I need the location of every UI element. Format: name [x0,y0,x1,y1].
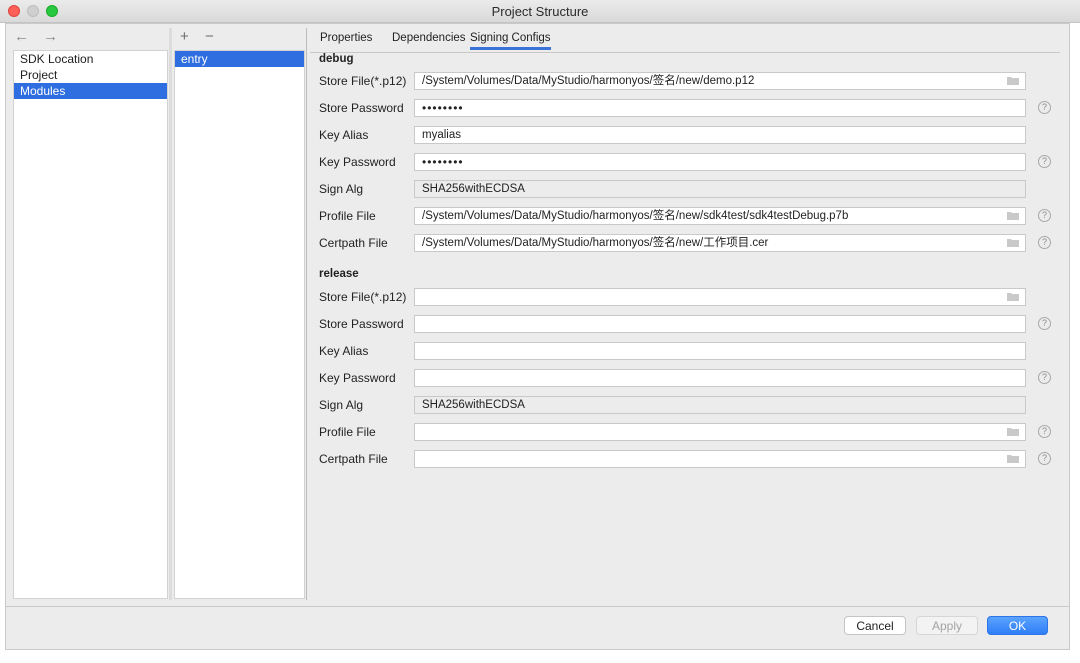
debug-key-password-label: Key Password [319,155,396,169]
debug-store-password-field[interactable]: •••••••• [414,99,1026,117]
bottom-divider [5,606,1070,607]
release-store-file-label: Store File(*.p12) [319,290,407,304]
settings-category-list: SDK Location Project Modules [13,50,168,599]
debug-sign-alg-value: SHA256withECDSA [422,183,525,195]
debug-key-alias-field[interactable]: myalias [414,126,1026,144]
release-certpath-file-field[interactable] [414,450,1026,468]
release-store-file-field[interactable] [414,288,1026,306]
folder-icon[interactable] [1007,76,1019,85]
left-item-modules[interactable]: Modules [14,83,167,99]
module-toolbar: + − [180,28,300,48]
splitter-2[interactable] [306,28,307,600]
help-icon[interactable]: ? [1038,452,1051,465]
module-item-entry[interactable]: entry [175,51,304,67]
folder-icon[interactable] [1007,238,1019,247]
debug-store-password-value: •••••••• [422,101,464,115]
debug-heading: debug [319,53,354,65]
release-sign-alg-label: Sign Alg [319,398,364,412]
help-icon[interactable]: ? [1038,236,1051,249]
tab-dependencies[interactable]: Dependencies [392,32,466,44]
release-key-password-label: Key Password [319,371,396,385]
debug-store-file-label: Store File(*.p12) [319,74,407,88]
release-key-alias-label: Key Alias [319,344,369,358]
apply-button[interactable]: Apply [916,616,978,635]
release-store-password-label: Store Password [319,317,404,331]
tab-signing-configs[interactable]: Signing Configs [470,32,551,50]
folder-icon[interactable] [1007,454,1019,463]
cancel-button[interactable]: Cancel [844,616,906,635]
debug-store-file-field[interactable]: /System/Volumes/Data/MyStudio/harmonyos/… [414,72,1026,90]
module-list: entry [174,50,305,599]
release-heading: release [319,268,359,280]
debug-key-password-value: •••••••• [422,155,464,169]
config-tabs: Properties Dependencies Signing Configs [310,28,1060,53]
help-icon[interactable]: ? [1038,317,1051,330]
release-store-password-field[interactable] [414,315,1026,333]
debug-certpath-file-field[interactable]: /System/Volumes/Data/MyStudio/harmonyos/… [414,234,1026,252]
splitter[interactable] [169,28,172,600]
help-icon[interactable]: ? [1038,209,1051,222]
debug-store-file-value: /System/Volumes/Data/MyStudio/harmonyos/… [422,75,755,87]
folder-icon[interactable] [1007,292,1019,301]
debug-key-alias-value: myalias [422,129,461,141]
debug-sign-alg-label: Sign Alg [319,182,364,196]
help-icon[interactable]: ? [1038,101,1051,114]
title-bar: Project Structure [0,0,1080,23]
folder-icon[interactable] [1007,427,1019,436]
back-arrow-icon[interactable]: ← [14,28,29,45]
folder-icon[interactable] [1007,211,1019,220]
nav-toolbar: ← → [14,28,174,48]
release-profile-file-field[interactable] [414,423,1026,441]
left-item-sdk-location[interactable]: SDK Location [14,51,167,67]
debug-store-password-label: Store Password [319,101,404,115]
release-certpath-file-label: Certpath File [319,452,388,466]
release-key-password-field[interactable] [414,369,1026,387]
debug-sign-alg-field: SHA256withECDSA [414,180,1026,198]
release-key-alias-field[interactable] [414,342,1026,360]
remove-module-icon[interactable]: − [205,28,214,45]
debug-key-alias-label: Key Alias [319,128,369,142]
debug-key-password-field[interactable]: •••••••• [414,153,1026,171]
release-sign-alg-value: SHA256withECDSA [422,399,525,411]
debug-profile-file-field[interactable]: /System/Volumes/Data/MyStudio/harmonyos/… [414,207,1026,225]
release-profile-file-label: Profile File [319,425,376,439]
release-sign-alg-field: SHA256withECDSA [414,396,1026,414]
window-title: Project Structure [491,4,589,19]
ok-button[interactable]: OK [987,616,1048,635]
tab-properties[interactable]: Properties [320,32,372,44]
left-item-project[interactable]: Project [14,67,167,83]
add-module-icon[interactable]: + [180,28,189,45]
debug-certpath-file-value: /System/Volumes/Data/MyStudio/harmonyos/… [422,237,769,249]
debug-profile-file-label: Profile File [319,209,376,223]
help-icon[interactable]: ? [1038,155,1051,168]
debug-profile-file-value: /System/Volumes/Data/MyStudio/harmonyos/… [422,210,849,222]
forward-arrow-icon[interactable]: → [43,28,58,45]
help-icon[interactable]: ? [1038,425,1051,438]
help-icon[interactable]: ? [1038,371,1051,384]
debug-certpath-file-label: Certpath File [319,236,388,250]
